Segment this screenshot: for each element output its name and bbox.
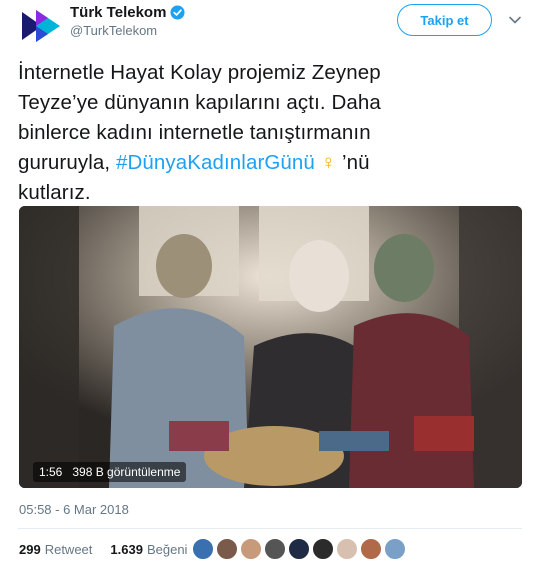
liker-avatar[interactable]	[216, 538, 238, 560]
turk-telekom-logo[interactable]	[18, 6, 64, 46]
tweet-line-1: İnternetle Hayat Kolay projemiz Zeynep	[18, 61, 381, 84]
venus-emoji-icon: ♀	[320, 151, 337, 174]
liker-avatar[interactable]	[384, 538, 406, 560]
verified-badge-icon	[170, 5, 185, 20]
tweet-line-4: gururuyla, #DünyaKadınlarGünü ♀ ’nü	[18, 148, 528, 178]
account-name-row[interactable]: Türk Telekom	[70, 4, 185, 21]
tweet-line-4-suffix: ’nü	[336, 151, 370, 174]
tweet-text: İnternetle Hayat Kolay projemiz Zeynep T…	[18, 58, 528, 208]
liker-avatar[interactable]	[336, 538, 358, 560]
hashtag-link[interactable]: #DünyaKadınlarGünü	[116, 151, 315, 174]
liker-avatar[interactable]	[192, 538, 214, 560]
tweet-line-5: kutlarız.	[18, 181, 91, 204]
stats-divider	[18, 528, 522, 529]
video-views: 398 B görüntülenme	[72, 465, 181, 479]
liker-avatar[interactable]	[240, 538, 262, 560]
tweet-stats: 299 Retweet 1.639 Beğeni	[19, 542, 187, 557]
account-handle[interactable]: @TurkTelekom	[70, 23, 157, 38]
video-player[interactable]	[19, 206, 522, 488]
liker-avatar[interactable]	[360, 538, 382, 560]
retweet-count[interactable]: 299	[19, 542, 41, 557]
account-name[interactable]: Türk Telekom	[70, 4, 166, 21]
chevron-down-icon[interactable]	[508, 13, 522, 27]
tweet-line-4-prefix: gururuyla,	[18, 151, 116, 174]
video-frame-image	[19, 206, 522, 488]
like-label[interactable]: Beğeni	[147, 542, 187, 557]
follow-button[interactable]: Takip et	[397, 4, 492, 36]
tweet-header: Türk Telekom @TurkTelekom Takip et	[0, 0, 541, 52]
tweet-line-3: binlerce kadını internetle tanıştırmanın	[18, 121, 371, 144]
liker-avatar[interactable]	[264, 538, 286, 560]
tweet-line-2: Teyze’ye dünyanın kapılarını açtı. Daha	[18, 91, 381, 114]
liker-avatars	[192, 538, 406, 560]
video-meta-badge: 1:56 398 B görüntülenme	[33, 462, 187, 482]
video-duration: 1:56	[39, 465, 63, 479]
tweet-timestamp[interactable]: 05:58 - 6 Mar 2018	[19, 502, 129, 517]
liker-avatar[interactable]	[312, 538, 334, 560]
retweet-label[interactable]: Retweet	[45, 542, 93, 557]
liker-avatar[interactable]	[288, 538, 310, 560]
like-count[interactable]: 1.639	[110, 542, 143, 557]
